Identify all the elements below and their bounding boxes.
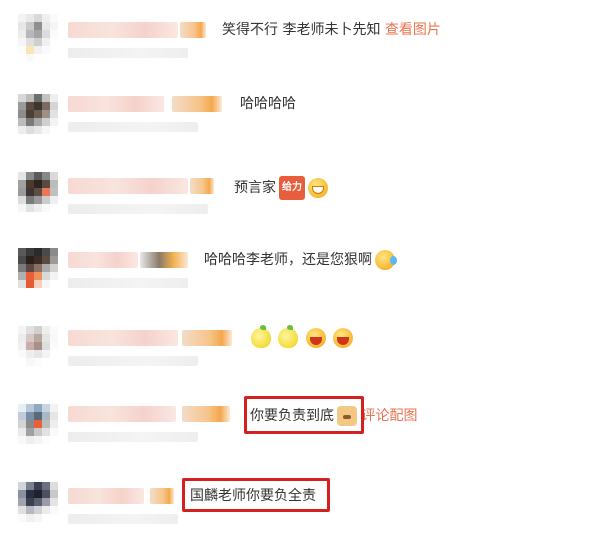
- username[interactable]: [68, 252, 138, 268]
- avatar[interactable]: [18, 326, 58, 374]
- lemon-emoji-icon: [251, 325, 271, 348]
- username[interactable]: [68, 178, 188, 194]
- avatar[interactable]: [18, 94, 58, 142]
- comment-meta: [68, 122, 198, 132]
- user-badge: [180, 22, 206, 38]
- lemon-emoji-icon: [278, 325, 299, 348]
- avatar[interactable]: [18, 172, 58, 220]
- comment-item: 国麟老师你要负全责: [0, 470, 600, 543]
- user-badge: [172, 96, 222, 112]
- laugh-cry-emoji-icon: [375, 250, 397, 270]
- comment-meta: [68, 48, 188, 58]
- user-badge: [150, 488, 174, 504]
- comment-content: 笑得不行 李老师未卜先知: [222, 22, 381, 38]
- avatar[interactable]: [18, 248, 58, 296]
- comment-item: 哈哈哈李老师，还是您狠啊: [0, 238, 600, 316]
- comment-content: 哈哈哈哈: [240, 96, 296, 112]
- comment-text: [248, 325, 354, 348]
- comment-item: 你要负责到底 评论配图: [0, 394, 600, 472]
- user-badge: [182, 330, 232, 346]
- highlight-box: [182, 478, 330, 512]
- comment-item: 哈哈哈哈: [0, 82, 600, 160]
- comment-text: 笑得不行 李老师未卜先知 查看图片: [222, 20, 441, 40]
- avatar[interactable]: [18, 404, 58, 452]
- comment-item: [0, 316, 600, 394]
- avatar[interactable]: [18, 14, 58, 62]
- laugh-emoji-icon: [333, 328, 354, 348]
- comment-content: 预言家: [234, 180, 276, 196]
- user-badge: [182, 406, 230, 422]
- comment-meta: [68, 204, 208, 214]
- comment-content: 哈哈哈李老师，还是您狠啊: [204, 252, 372, 268]
- comment-meta: [68, 278, 188, 288]
- geili-sticker-icon: 给力: [279, 176, 305, 200]
- username[interactable]: [68, 96, 164, 112]
- comment-text: 预言家 给力: [234, 176, 328, 200]
- username[interactable]: [68, 406, 176, 422]
- username[interactable]: [68, 330, 178, 346]
- comment-meta: [68, 356, 198, 366]
- comment-image-link[interactable]: 评论配图: [361, 408, 417, 424]
- comment-item: 笑得不行 李老师未卜先知 查看图片: [0, 4, 600, 82]
- username[interactable]: [68, 22, 178, 38]
- comment-item: 预言家 给力: [0, 160, 600, 238]
- user-badge: [140, 252, 188, 268]
- comment-text: 哈哈哈李老师，还是您狠啊: [204, 250, 397, 270]
- comment-text: 哈哈哈哈: [240, 94, 296, 114]
- user-badge: [190, 178, 214, 194]
- comment-meta: [68, 514, 178, 524]
- avatar[interactable]: [18, 482, 58, 530]
- view-image-link[interactable]: 查看图片: [385, 22, 441, 38]
- username[interactable]: [68, 488, 144, 504]
- comment-meta: [68, 432, 198, 442]
- grin-emoji-icon: [308, 178, 328, 198]
- highlight-box: [244, 396, 364, 434]
- laugh-emoji-icon: [305, 328, 326, 348]
